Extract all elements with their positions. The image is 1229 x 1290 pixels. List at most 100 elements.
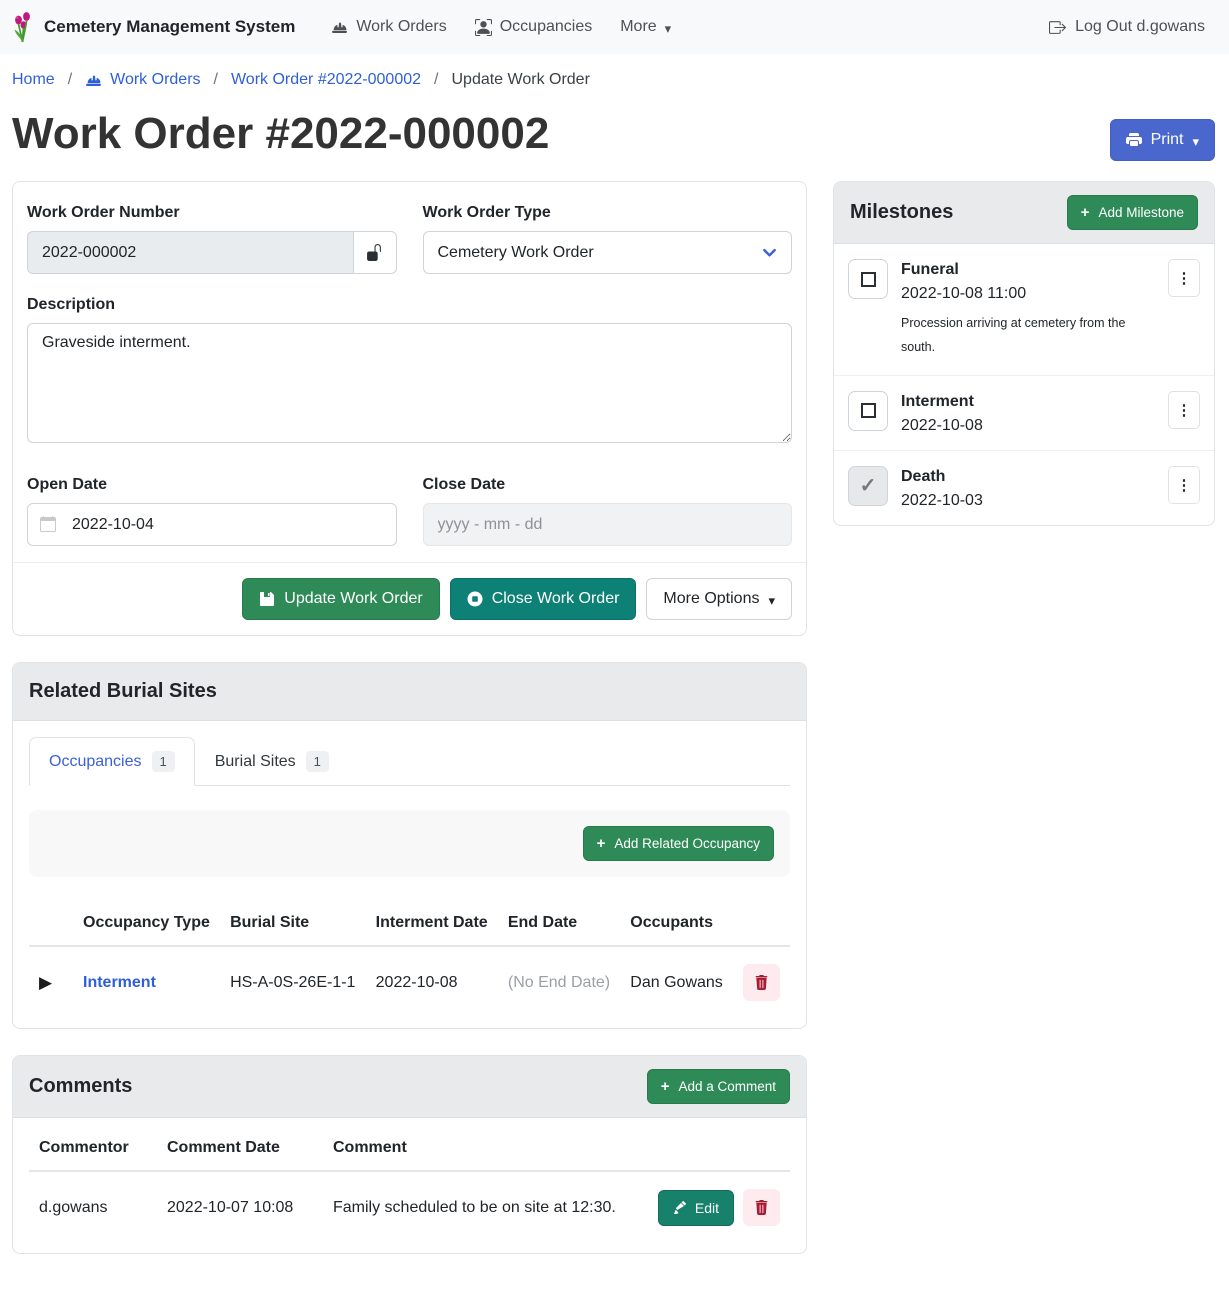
print-label: Print bbox=[1151, 131, 1184, 149]
plus-icon: + bbox=[597, 836, 606, 851]
logout-icon bbox=[1049, 19, 1066, 36]
trash-icon bbox=[754, 1200, 769, 1215]
nav-menu: Work Orders Occupancies More ▾ bbox=[317, 10, 685, 44]
work-order-form-card: Work Order Number bbox=[12, 181, 807, 636]
breadcrumb-work-orders[interactable]: Work Orders bbox=[85, 71, 200, 89]
add-related-occupancy-label: Add Related Occupancy bbox=[614, 836, 760, 851]
person-bounding-box-icon bbox=[475, 19, 492, 36]
print-button[interactable]: Print ▾ bbox=[1110, 119, 1215, 161]
tab-count-badge: 1 bbox=[306, 751, 329, 772]
description-label: Description bbox=[27, 296, 792, 314]
page-title: Work Order #2022-000002 bbox=[12, 109, 549, 160]
add-comment-label: Add a Comment bbox=[678, 1079, 776, 1094]
occupants-cell: Dan Gowans bbox=[620, 946, 733, 1018]
hard-hat-icon bbox=[85, 72, 102, 89]
add-milestone-label: Add Milestone bbox=[1098, 205, 1184, 220]
breadcrumb-home[interactable]: Home bbox=[12, 71, 55, 89]
breadcrumb-separator: / bbox=[68, 71, 72, 89]
related-tabs: Occupancies 1 Burial Sites 1 bbox=[29, 737, 790, 786]
top-navbar: Cemetery Management System Work Orders O… bbox=[0, 0, 1229, 54]
milestone-checkbox-checked[interactable]: ✓ bbox=[848, 466, 888, 506]
milestone-item-funeral: Funeral 2022-10-08 11:00 Procession arri… bbox=[834, 244, 1214, 376]
milestone-note: Procession arriving at cemetery from the… bbox=[901, 312, 1155, 360]
nav-item-work-orders[interactable]: Work Orders bbox=[317, 10, 460, 44]
caret-down-icon: ▾ bbox=[1192, 135, 1199, 148]
occupancies-table: Occupancy Type Burial Site Interment Dat… bbox=[29, 901, 790, 1018]
delete-comment-button[interactable] bbox=[743, 1189, 780, 1226]
nav-item-occupancies[interactable]: Occupancies bbox=[461, 10, 607, 44]
app-title: Cemetery Management System bbox=[44, 17, 295, 37]
col-comment: Comment bbox=[323, 1126, 648, 1171]
milestones-card: Milestones + Add Milestone Funeral 2022-… bbox=[833, 181, 1215, 526]
kebab-icon: ⋮ bbox=[1177, 476, 1192, 494]
edit-comment-button[interactable]: Edit bbox=[658, 1190, 734, 1226]
commentor-cell: d.gowans bbox=[29, 1171, 157, 1243]
end-date-cell: (No End Date) bbox=[498, 946, 620, 1018]
work-order-type-label: Work Order Type bbox=[423, 204, 793, 222]
open-date-input[interactable] bbox=[27, 503, 397, 546]
milestone-checkbox[interactable] bbox=[848, 259, 888, 299]
description-textarea[interactable]: Graveside interment. bbox=[27, 323, 792, 443]
milestones-title: Milestones bbox=[850, 201, 953, 224]
comments-table: Commentor Comment Date Comment d.gowans … bbox=[29, 1126, 790, 1243]
update-work-order-button[interactable]: Update Work Order bbox=[242, 578, 439, 620]
expand-row-icon[interactable]: ▶ bbox=[39, 973, 52, 992]
printer-icon bbox=[1126, 132, 1142, 148]
col-interment-date: Interment Date bbox=[366, 901, 498, 946]
interment-date-cell: 2022-10-08 bbox=[366, 946, 498, 1018]
nav-item-more[interactable]: More ▾ bbox=[606, 10, 685, 44]
unlock-button[interactable] bbox=[353, 231, 397, 274]
occupancy-row: ▶ Interment HS-A-0S-26E-1-1 2022-10-08 (… bbox=[29, 946, 790, 1018]
app-brand[interactable]: Cemetery Management System bbox=[12, 11, 295, 43]
close-work-order-label: Close Work Order bbox=[492, 590, 620, 608]
milestone-menu-button[interactable]: ⋮ bbox=[1168, 466, 1200, 504]
tab-burial-sites[interactable]: Burial Sites 1 bbox=[195, 737, 349, 786]
caret-down-icon: ▾ bbox=[665, 22, 672, 35]
more-options-label: More Options bbox=[663, 590, 759, 608]
milestone-name: Funeral bbox=[901, 261, 1155, 279]
milestone-name: Interment bbox=[901, 393, 1155, 411]
work-order-number-input bbox=[27, 231, 353, 274]
close-date-input[interactable] bbox=[423, 503, 793, 546]
form-actions: Update Work Order Close Work Order More … bbox=[13, 562, 806, 635]
breadcrumb-separator: / bbox=[214, 71, 218, 89]
unlock-icon bbox=[366, 244, 383, 261]
open-date-label: Open Date bbox=[27, 476, 397, 494]
occupancy-type-link[interactable]: Interment bbox=[83, 974, 156, 991]
comments-title: Comments bbox=[29, 1075, 132, 1098]
breadcrumb-separator: / bbox=[434, 71, 438, 89]
milestone-menu-button[interactable]: ⋮ bbox=[1168, 259, 1200, 297]
kebab-icon: ⋮ bbox=[1177, 401, 1192, 419]
delete-occupancy-button[interactable] bbox=[743, 964, 780, 1001]
col-end-date: End Date bbox=[498, 901, 620, 946]
more-options-button[interactable]: More Options ▾ bbox=[646, 578, 792, 620]
add-milestone-button[interactable]: + Add Milestone bbox=[1067, 195, 1198, 230]
tab-occupancies[interactable]: Occupancies 1 bbox=[29, 737, 195, 786]
col-occupancy-type: Occupancy Type bbox=[73, 901, 220, 946]
burial-site-cell: HS-A-0S-26E-1-1 bbox=[220, 946, 366, 1018]
nav-label: More bbox=[620, 18, 656, 36]
close-date-label: Close Date bbox=[423, 476, 793, 494]
milestone-checkbox[interactable] bbox=[848, 391, 888, 431]
close-work-order-button[interactable]: Close Work Order bbox=[450, 578, 637, 620]
edit-label: Edit bbox=[695, 1200, 719, 1216]
milestone-item-interment: Interment 2022-10-08 ⋮ bbox=[834, 376, 1214, 451]
milestone-menu-button[interactable]: ⋮ bbox=[1168, 391, 1200, 429]
tulip-logo-icon bbox=[12, 11, 35, 43]
work-order-type-select[interactable]: Cemetery Work Order bbox=[423, 231, 793, 274]
kebab-icon: ⋮ bbox=[1177, 269, 1192, 287]
milestone-item-death: ✓ Death 2022-10-03 ⋮ bbox=[834, 451, 1214, 525]
caret-down-icon: ▾ bbox=[768, 594, 775, 607]
add-related-occupancy-button[interactable]: + Add Related Occupancy bbox=[583, 826, 774, 861]
comment-date-cell: 2022-10-07 10:08 bbox=[157, 1171, 323, 1243]
logout-button[interactable]: Log Out d.gowans bbox=[1049, 18, 1205, 36]
stop-circle-icon bbox=[467, 591, 483, 607]
occupancies-toolbar: + Add Related Occupancy bbox=[29, 810, 790, 877]
checkbox-empty-icon bbox=[861, 272, 876, 287]
breadcrumb: Home / Work Orders / Work Order #2022-00… bbox=[0, 54, 1229, 103]
breadcrumb-work-order-number[interactable]: Work Order #2022-000002 bbox=[231, 71, 421, 89]
calendar-icon bbox=[40, 516, 56, 532]
chevron-down-icon bbox=[762, 245, 777, 260]
add-comment-button[interactable]: + Add a Comment bbox=[647, 1069, 790, 1104]
trash-icon bbox=[754, 975, 769, 990]
